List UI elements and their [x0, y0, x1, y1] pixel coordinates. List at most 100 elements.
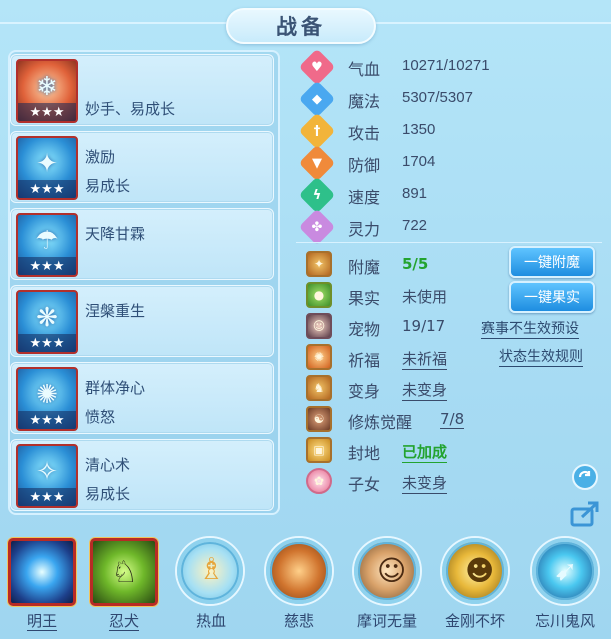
- enchant-value: 5/5: [402, 255, 429, 273]
- vajra-icon: ☻: [442, 538, 508, 604]
- bottom-skill-vajra[interactable]: ☻: [442, 538, 510, 606]
- skill-sub: 愤怒: [85, 408, 116, 426]
- bottom-skill-ghost-wind[interactable]: ➹: [532, 538, 600, 606]
- ninja-dog-icon: ♘: [90, 538, 158, 606]
- stat-hp: ♥ 气血 10271/10271: [298, 48, 604, 86]
- mohe-icon: ☺: [354, 538, 420, 604]
- one-click-enchant-button[interactable]: 一键附魔: [509, 246, 595, 278]
- misc-label: 变身: [348, 382, 381, 401]
- transform-row[interactable]: ♞ 变身 未变身: [304, 374, 604, 404]
- page-title: 战备: [226, 8, 376, 44]
- misc-label: 封地: [348, 444, 381, 463]
- stat-label: 气血: [348, 60, 381, 79]
- skill-name: 清心术: [85, 456, 131, 474]
- rebirth-icon: ❋ ★★★: [16, 290, 78, 354]
- ming-wang-icon: [8, 538, 76, 606]
- stat-label: 防御: [348, 156, 381, 175]
- misc-label: 附魔: [348, 258, 381, 277]
- skill-card-1[interactable]: ❄ ★★★ 妙手、易成长: [10, 54, 274, 126]
- stat-value: 891: [402, 185, 428, 202]
- stat-attack: † 攻击 1350: [298, 112, 604, 150]
- clear-mind-icon: ✧ ★★★: [16, 444, 78, 508]
- stat-value: 1350: [402, 121, 436, 138]
- status-rules-link[interactable]: 状态生效规则: [499, 346, 583, 367]
- skill-stars: ★★★: [18, 180, 76, 198]
- skill-stars: ★★★: [18, 488, 76, 506]
- stat-mp: ◆ 魔法 5307/5307: [298, 80, 604, 118]
- skill-name: 群体净心: [85, 379, 146, 397]
- bless-value[interactable]: 未祈福: [402, 348, 448, 370]
- skill-stars: ★★★: [18, 257, 76, 275]
- bottom-skill-label: 金刚不坏: [444, 612, 505, 630]
- misc-label: 果实: [348, 289, 381, 308]
- misc-label: 修炼觉醒: [348, 413, 413, 432]
- bottom-skill-mercy[interactable]: [266, 538, 334, 606]
- skill-card-5[interactable]: ✺ ★★★ 群体净心 愤怒: [10, 362, 274, 434]
- bottom-skill-mohe[interactable]: ☺: [354, 538, 422, 606]
- enchant-icon: ✦: [306, 251, 332, 277]
- skill-name: 涅槃重生: [85, 302, 146, 320]
- skill-stars: ★★★: [18, 411, 76, 429]
- cultivate-value[interactable]: 7/8: [440, 410, 465, 429]
- fief-value[interactable]: 已加成: [402, 441, 448, 463]
- stat-spirit: ✤ 灵力 722: [298, 208, 604, 246]
- skill-sub: 妙手、易成长: [85, 100, 176, 118]
- fief-row[interactable]: ▣ 封地 已加成: [304, 436, 604, 466]
- transform-icon: ♞: [306, 375, 332, 401]
- inspire-icon: ✦ ★★★: [16, 136, 78, 200]
- child-icon: ✿: [306, 468, 332, 494]
- cultivate-row[interactable]: ☯ 修炼觉醒 7/8: [304, 405, 604, 435]
- stat-label: 速度: [348, 188, 381, 207]
- transform-value[interactable]: 未变身: [402, 379, 448, 401]
- skill-stars: ★★★: [18, 103, 76, 121]
- child-row[interactable]: ✿ 子女 未变身: [304, 467, 604, 497]
- child-value[interactable]: 未变身: [402, 472, 448, 494]
- stat-label: 灵力: [348, 220, 381, 239]
- stat-defense: ▼ 防御 1704: [298, 144, 604, 182]
- skill-card-3[interactable]: ☂ ★★★ 天降甘霖: [10, 208, 274, 280]
- stat-value: 10271/10271: [402, 57, 490, 74]
- bottom-skill-ming-wang[interactable]: [8, 538, 76, 606]
- refresh-icon[interactable]: [569, 461, 601, 493]
- bottom-skill-label: 明王: [26, 612, 57, 631]
- event-preset-link[interactable]: 赛事不生效预设: [481, 318, 579, 339]
- mercy-icon: [266, 538, 332, 604]
- misc-label: 宠物: [348, 320, 381, 339]
- pet-avatar-icon: ☺: [306, 313, 332, 339]
- divider: [296, 242, 602, 243]
- skill-sub: 易成长: [85, 485, 131, 503]
- fruit-icon: ●: [306, 282, 332, 308]
- misc-label: 祈福: [348, 351, 381, 370]
- bottom-skill-label: 热血: [195, 612, 226, 630]
- cultivate-icon: ☯: [306, 406, 332, 432]
- speed-icon: ϟ: [298, 176, 336, 214]
- skill-card-4[interactable]: ❋ ★★★ 涅槃重生: [10, 285, 274, 357]
- stat-value: 5307/5307: [402, 89, 473, 106]
- one-click-fruit-button[interactable]: 一键果实: [509, 281, 595, 313]
- bottom-skill-label: 慈悲: [283, 612, 314, 630]
- rain-icon: ☂ ★★★: [16, 213, 78, 277]
- popsicle-icon: ❄ ★★★: [16, 59, 78, 123]
- mana-icon: ◆: [298, 80, 336, 118]
- stat-label: 魔法: [348, 92, 381, 111]
- skill-stars: ★★★: [18, 334, 76, 352]
- bottom-skill-label: 忍犬: [108, 612, 139, 631]
- skill-card-6[interactable]: ✧ ★★★ 清心术 易成长: [10, 439, 274, 511]
- hot-blood-icon: ♗: [177, 538, 243, 604]
- fief-icon: ▣: [306, 437, 332, 463]
- bless-icon: ✺: [306, 344, 332, 370]
- stat-speed: ϟ 速度 891: [298, 176, 604, 214]
- skill-card-2[interactable]: ✦ ★★★ 激励 易成长: [10, 131, 274, 203]
- skill-name: 激励: [85, 148, 116, 166]
- bottom-skill-label: 忘川鬼风: [534, 612, 595, 630]
- purify-icon: ✺ ★★★: [16, 367, 78, 431]
- stat-value: 722: [402, 217, 428, 234]
- bottom-skill-ninja-dog[interactable]: ♘: [90, 538, 158, 606]
- skill-sub: 易成长: [85, 177, 131, 195]
- bottom-skill-label: 摩诃无量: [356, 612, 417, 630]
- bottom-skill-hot-blood[interactable]: ♗: [177, 538, 245, 606]
- stat-value: 1704: [402, 153, 436, 170]
- skill-name: 天降甘霖: [85, 225, 146, 243]
- stat-label: 攻击: [348, 124, 381, 143]
- shield-icon: ▼: [298, 144, 336, 182]
